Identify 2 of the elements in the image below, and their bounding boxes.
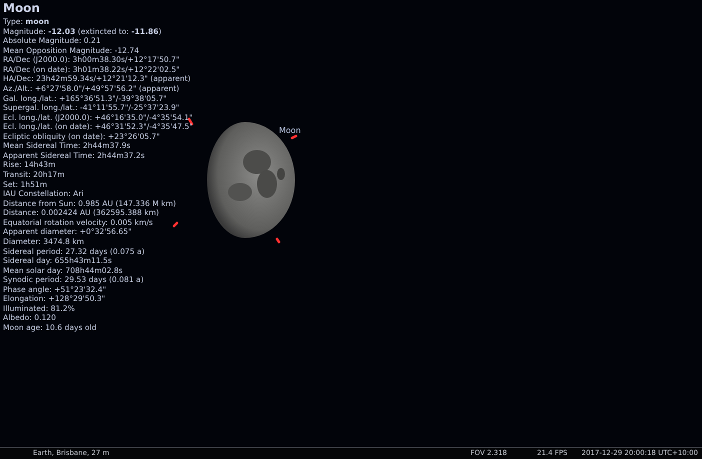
object-label: Moon — [279, 127, 301, 135]
object-title: Moon — [3, 1, 41, 15]
